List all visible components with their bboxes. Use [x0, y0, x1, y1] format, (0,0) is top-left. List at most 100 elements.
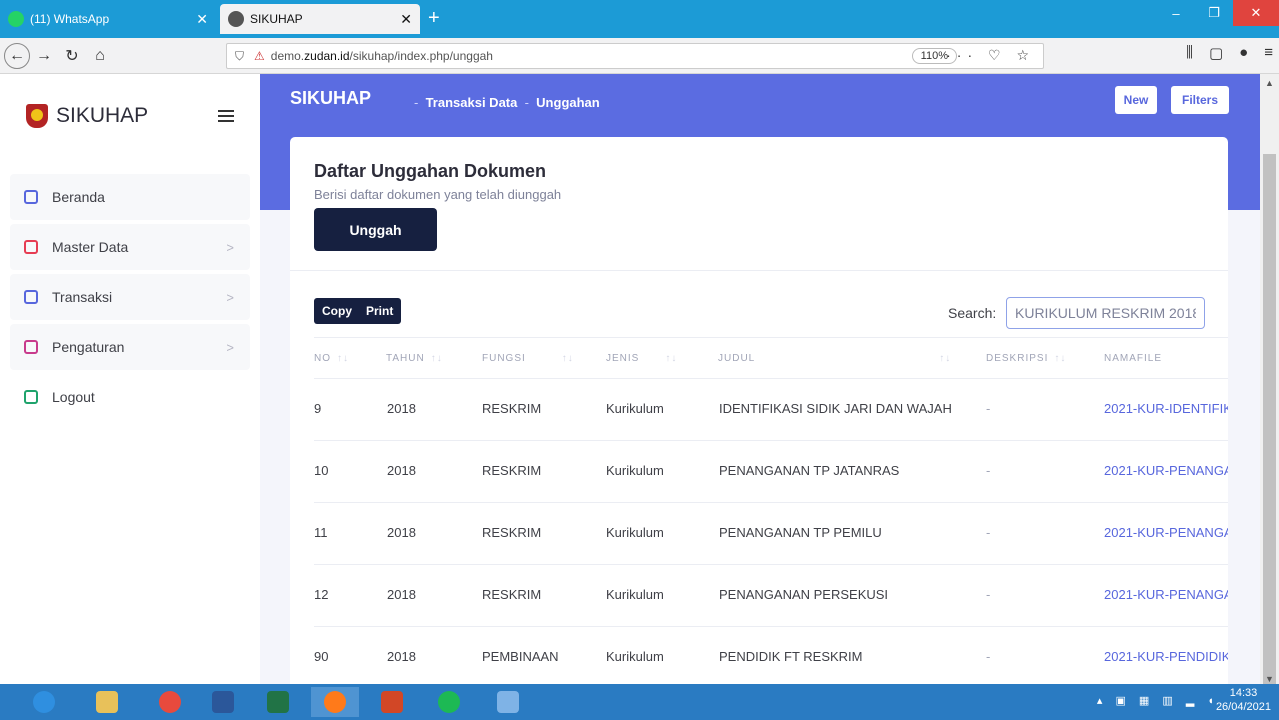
extension-icon[interactable]: ● [1239, 44, 1248, 62]
cell-judul: PENANGANAN TP PEMILU [719, 525, 882, 540]
minimize-icon[interactable]: – [1157, 0, 1195, 26]
tab-title: SIKUHAP [250, 12, 303, 26]
whatsapp-icon [8, 11, 24, 27]
new-tab-icon[interactable]: + [428, 6, 440, 30]
shield-logo-icon [26, 104, 48, 128]
cell-judul: PENANGANAN PERSEKUSI [719, 587, 889, 602]
cell-judul: PENDIDIK FT RESKRIM [719, 649, 863, 664]
clock[interactable]: 14:33 26/04/2021 [1216, 686, 1271, 714]
close-tab-icon[interactable]: ✕ [400, 11, 412, 28]
document-list-card: Daftar Unggahan Dokumen Berisi daftar do… [290, 137, 1228, 684]
spotify-icon[interactable] [425, 687, 473, 717]
column-header-jenis[interactable]: JENIS ↑↓ [606, 353, 677, 364]
copy-button[interactable]: Copy [322, 304, 352, 318]
address-bar[interactable]: ⛉ ⚠ demo.zudan.id/sikuhap/index.php/ungg… [226, 43, 1044, 69]
column-header-deskripsi[interactable]: DESKRIPSI ↑↓ [986, 353, 1066, 364]
column-header-namafile[interactable]: NAMAFILE [1104, 353, 1162, 364]
reload-icon[interactable]: ↻ [58, 42, 86, 70]
sidebar-item-beranda[interactable]: Beranda [10, 174, 250, 220]
sidebar-toggle-icon[interactable]: ▢ [1209, 44, 1223, 62]
print-button[interactable]: Print [366, 304, 393, 318]
table-row[interactable]: 9 2018 RESKRIM Kurikulum IDENTIFIKASI SI… [314, 379, 1228, 441]
cell-no: 9 [314, 401, 322, 416]
breadcrumb-separator: - [524, 95, 529, 110]
word-icon[interactable] [199, 687, 247, 717]
column-header-tahun[interactable]: TAHUN ↑↓ [386, 353, 443, 364]
column-label: JENIS [606, 353, 640, 364]
sidebar-item-master-data[interactable]: Master Data > [10, 224, 250, 270]
sidebar: SIKUHAP Beranda Master Data > Transaksi … [0, 74, 260, 684]
scrollbar-thumb[interactable] [1263, 154, 1276, 684]
sidebar-item-transaksi[interactable]: Transaksi > [10, 274, 250, 320]
column-header-judul[interactable]: JUDUL ↑↓ [718, 353, 951, 364]
file-link[interactable]: 2021-KUR-PENANGA [1104, 463, 1228, 478]
card-title: Daftar Unggahan Dokumen [314, 161, 547, 181]
close-window-icon[interactable]: ✕ [1233, 0, 1279, 26]
sidebar-item-label: Pengaturan [52, 339, 125, 355]
close-tab-icon[interactable]: ✕ [196, 11, 208, 28]
forward-icon[interactable]: → [30, 42, 58, 70]
sidebar-item-logout[interactable]: Logout [10, 374, 250, 420]
breadcrumb-item[interactable]: Unggahan [536, 95, 600, 110]
system-tray-icons[interactable]: ▴ ▣ ▦ ▥ ▂ ◖ [1097, 694, 1219, 707]
scroll-up-icon[interactable]: ▲ [1265, 78, 1274, 88]
cell-no: 90 [314, 649, 329, 664]
menu-icon[interactable]: ≡ [1264, 44, 1273, 62]
file-link[interactable]: 2021-KUR-PENANGA [1104, 525, 1228, 540]
table-row[interactable]: 10 2018 RESKRIM Kurikulum PENANGANAN TP … [314, 441, 1228, 503]
library-icon[interactable]: ⫼ [1186, 44, 1193, 62]
page-actions-icon[interactable]: ··· ♡ ☆ [946, 47, 1035, 64]
breadcrumb-item[interactable]: Transaksi Data [426, 95, 518, 110]
brand[interactable]: SIKUHAP [26, 104, 148, 128]
home-icon[interactable]: ⌂ [86, 42, 114, 70]
column-label: JUDUL [718, 353, 756, 364]
back-icon[interactable]: ← [4, 42, 30, 69]
new-button[interactable]: New [1115, 86, 1157, 114]
url-text: demo.zudan.id/sikuhap/index.php/unggah [271, 49, 493, 63]
cell-tahun: 2018 [387, 649, 416, 664]
filters-button[interactable]: Filters [1171, 86, 1229, 114]
export-buttons: Copy Print [314, 298, 402, 324]
cell-fungsi: RESKRIM [482, 463, 542, 478]
table-row[interactable]: 90 2018 PEMBINAAN Kurikulum PENDIDIK FT … [314, 627, 1228, 684]
sort-icon: ↑↓ [1054, 353, 1067, 364]
cell-tahun: 2018 [387, 525, 416, 540]
table-row[interactable]: 11 2018 RESKRIM Kurikulum PENANGANAN TP … [314, 503, 1228, 565]
cell-deskripsi: - [986, 649, 991, 664]
upload-button[interactable]: Unggah [314, 208, 437, 251]
tab-sikuhap[interactable]: SIKUHAP ✕ [220, 4, 420, 34]
ie-icon[interactable] [20, 687, 68, 717]
excel-icon[interactable] [254, 687, 302, 717]
tab-whatsapp[interactable]: (11) WhatsApp ✕ [0, 4, 216, 34]
column-label: NO [314, 353, 331, 364]
firefox-icon[interactable] [311, 687, 359, 717]
page-title: SIKUHAP [290, 88, 372, 108]
chrome-icon[interactable] [146, 687, 194, 717]
file-explorer-icon[interactable] [83, 687, 131, 717]
sidebar-menu: Beranda Master Data > Transaksi > Pengat… [10, 174, 250, 424]
file-link[interactable]: 2021-KUR-PENANGA [1104, 587, 1228, 602]
chevron-right-icon: > [226, 289, 234, 305]
cell-deskripsi: - [986, 587, 991, 602]
sidebar-item-pengaturan[interactable]: Pengaturan > [10, 324, 250, 370]
search-input[interactable] [1006, 297, 1205, 329]
hamburger-icon[interactable] [218, 110, 234, 122]
column-header-no[interactable]: NO ↑↓ [314, 353, 349, 364]
sort-icon: ↑↓ [561, 353, 574, 364]
cell-fungsi: PEMBINAAN [482, 649, 559, 664]
cell-judul: IDENTIFIKASI SIDIK JARI DAN WAJAH [719, 401, 952, 416]
column-header-fungsi[interactable]: FUNGSI ↑↓ [482, 353, 574, 364]
powerpoint-icon[interactable] [368, 687, 416, 717]
clock-time: 14:33 [1229, 687, 1258, 699]
file-link[interactable]: 2021-KUR-IDENTIFIK [1104, 401, 1228, 416]
file-link[interactable]: 2021-KUR-PENDIDIK [1104, 649, 1228, 664]
scroll-down-icon[interactable]: ▼ [1265, 674, 1274, 684]
cell-tahun: 2018 [387, 463, 416, 478]
page-scrollbar[interactable]: ▲ ▼ [1260, 74, 1279, 684]
sort-icon: ↑↓ [665, 353, 678, 364]
restore-icon[interactable]: ❐ [1195, 0, 1233, 26]
cell-jenis: Kurikulum [606, 587, 664, 602]
table-row[interactable]: 12 2018 RESKRIM Kurikulum PENANGANAN PER… [314, 565, 1228, 627]
sidebar-item-label: Transaksi [52, 289, 113, 305]
control-panel-icon[interactable] [484, 687, 532, 717]
